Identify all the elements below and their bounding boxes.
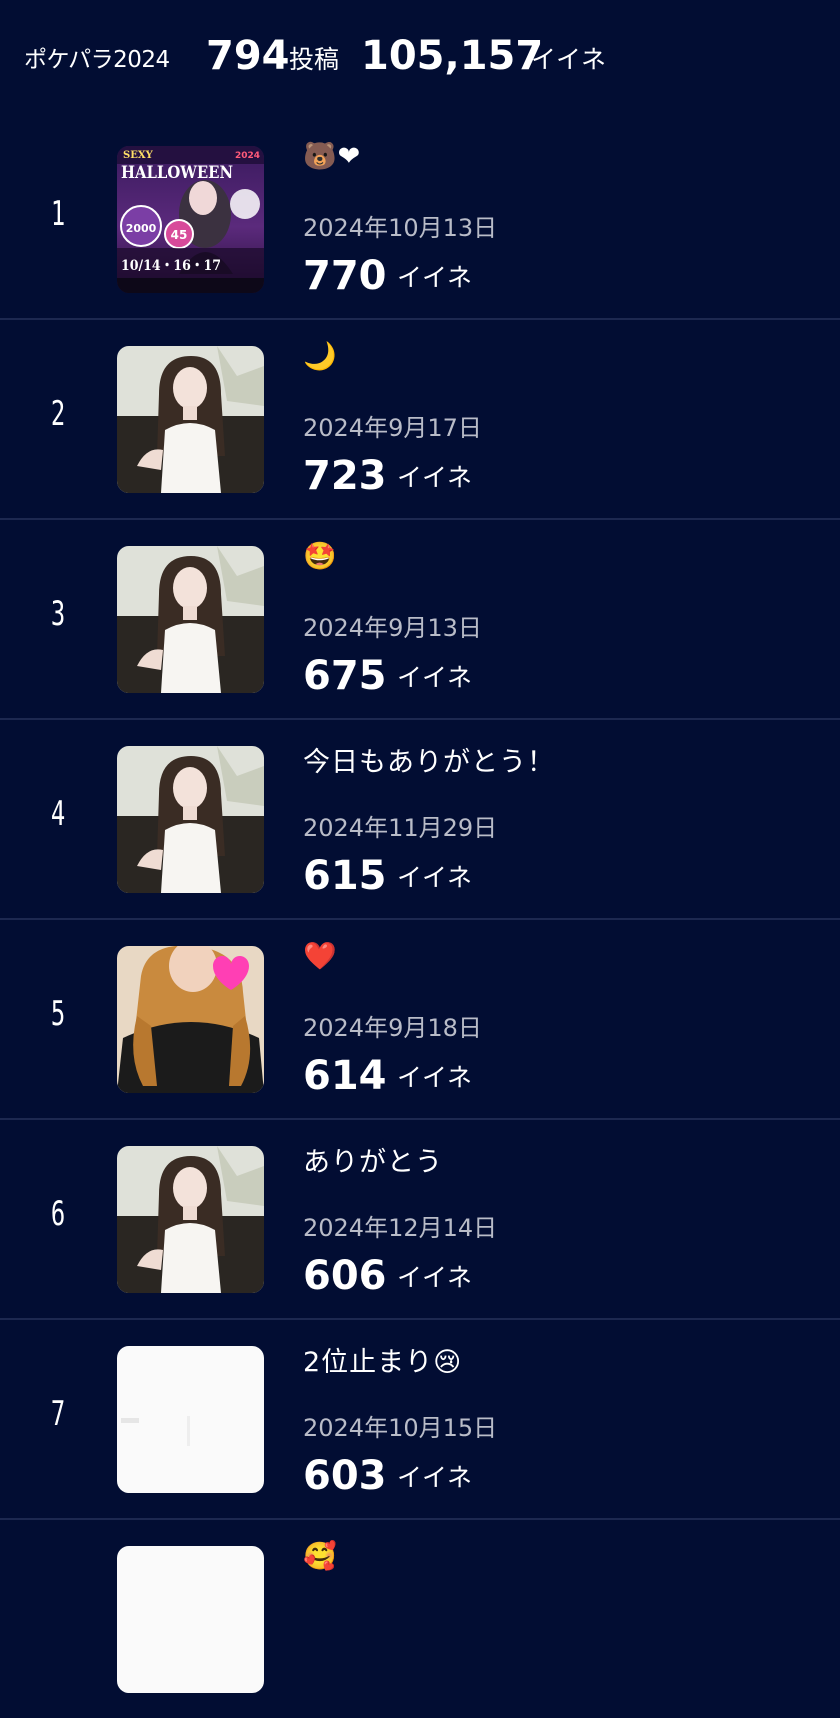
poster-dates-text: 10/14・16・17 (121, 258, 221, 274)
post-caption: ❤️ (303, 941, 338, 972)
post-date: 2024年10月13日 (303, 214, 498, 242)
total-likes-unit: イイネ (531, 45, 607, 74)
post-date: 2024年9月17日 (303, 414, 482, 442)
summary-header: ポケパラ2024 794 投稿 105,157 イイネ (0, 0, 840, 115)
total-likes-count: 105,157 (361, 33, 544, 79)
post-likes-unit: イイネ (397, 863, 473, 892)
ranking-row[interactable]: 2 🌙 2024年9月17日 723 イイネ (0, 320, 840, 520)
post-thumbnail-woman-white-dress[interactable] (117, 1146, 264, 1293)
post-likes-count: 603 (303, 1453, 387, 1499)
total-posts-unit: 投稿 (289, 45, 340, 74)
woman-white-dress-image (117, 1146, 264, 1293)
post-likes-count: 675 (303, 653, 387, 699)
poster-brand-text: SEXY (123, 150, 154, 161)
rank-number: 6 (50, 1194, 66, 1234)
ranking-row[interactable]: 6 ありがとう 2024年12月14日 606 イイネ (0, 1120, 840, 1320)
post-caption: ありがとう (303, 1147, 443, 1178)
post-likes-count: 723 (303, 453, 387, 499)
post-likes-count: 606 (303, 1253, 387, 1299)
post-likes-unit: イイネ (397, 263, 473, 292)
halloween-poster-image: SEXY HALLOWEEN 2024 2000 45 10/14・16・17 (117, 146, 264, 293)
post-caption: 🤩 (303, 541, 338, 572)
woman-blonde-image (117, 946, 264, 1093)
post-likes-unit: イイネ (397, 463, 473, 492)
post-likes-unit: イイネ (397, 1263, 473, 1292)
post-likes-count: 614 (303, 1053, 387, 1099)
post-date: 2024年10月15日 (303, 1414, 498, 1442)
post-thumbnail-woman-white-dress[interactable] (117, 546, 264, 693)
post-caption: 🥰 (303, 1541, 338, 1572)
post-date: 2024年9月18日 (303, 1014, 482, 1042)
poster-minutes-text: 45 (171, 228, 188, 242)
rank-number: 3 (50, 594, 66, 634)
post-likes-count: 615 (303, 853, 387, 899)
ranking-row[interactable]: 3 🤩 2024年9月13日 675 イイネ (0, 520, 840, 720)
ranking-row[interactable]: 5 ❤️ 2024年9月18日 614 イイネ (0, 920, 840, 1120)
post-date: 2024年12月14日 (303, 1214, 498, 1242)
post-thumbnail-woman-white-dress[interactable] (117, 346, 264, 493)
ranking-row[interactable]: 7 2位止まり😢 2024年10月15日 603 イイネ (0, 1320, 840, 1520)
total-posts-count: 794 (206, 33, 290, 79)
rank-number: 1 (50, 194, 66, 234)
post-caption: 今日もありがとう！ (303, 747, 555, 778)
ranking-row[interactable]: 1 SEXY HALLOWEEN 2024 2000 45 10/14・16・1… (0, 120, 840, 320)
blank-white-image (117, 1546, 264, 1693)
woman-white-dress-image (117, 346, 264, 493)
post-thumbnail-blank[interactable] (117, 1346, 264, 1493)
ranking-title: ポケパラ2024 (24, 47, 170, 73)
poster-title-text: HALLOWEEN (121, 163, 233, 183)
blank-white-image (117, 1346, 264, 1493)
woman-white-dress-image (117, 746, 264, 893)
post-ranking-list: 1 SEXY HALLOWEEN 2024 2000 45 10/14・16・1… (0, 120, 840, 1718)
post-caption: 🌙 (303, 341, 338, 372)
post-likes-unit: イイネ (397, 1463, 473, 1492)
post-likes-unit: イイネ (397, 1063, 473, 1092)
post-thumbnail-woman-white-dress[interactable] (117, 746, 264, 893)
post-thumbnail-woman-blonde-heart-sticker[interactable] (117, 946, 264, 1093)
rank-number: 2 (50, 394, 66, 434)
rank-number: 4 (50, 794, 66, 834)
poster-year-text: 2024 (235, 151, 260, 161)
woman-white-dress-image (117, 546, 264, 693)
rank-number: 5 (50, 994, 66, 1034)
post-date: 2024年11月29日 (303, 814, 498, 842)
ranking-row[interactable]: 🥰 (0, 1520, 840, 1718)
post-thumbnail-halloween-poster[interactable]: SEXY HALLOWEEN 2024 2000 45 10/14・16・17 (117, 146, 264, 293)
post-date: 2024年9月13日 (303, 614, 482, 642)
poster-price-text: 2000 (126, 222, 157, 235)
post-likes-unit: イイネ (397, 663, 473, 692)
post-thumbnail-blank[interactable] (117, 1546, 264, 1693)
post-caption: 🐻❤ (303, 141, 362, 172)
ranking-row[interactable]: 4 今日もありがとう！ 2024年11月29日 615 イイネ (0, 720, 840, 920)
post-caption: 2位止まり😢 (303, 1347, 463, 1378)
rank-number: 7 (50, 1394, 66, 1434)
post-likes-count: 770 (303, 253, 387, 299)
